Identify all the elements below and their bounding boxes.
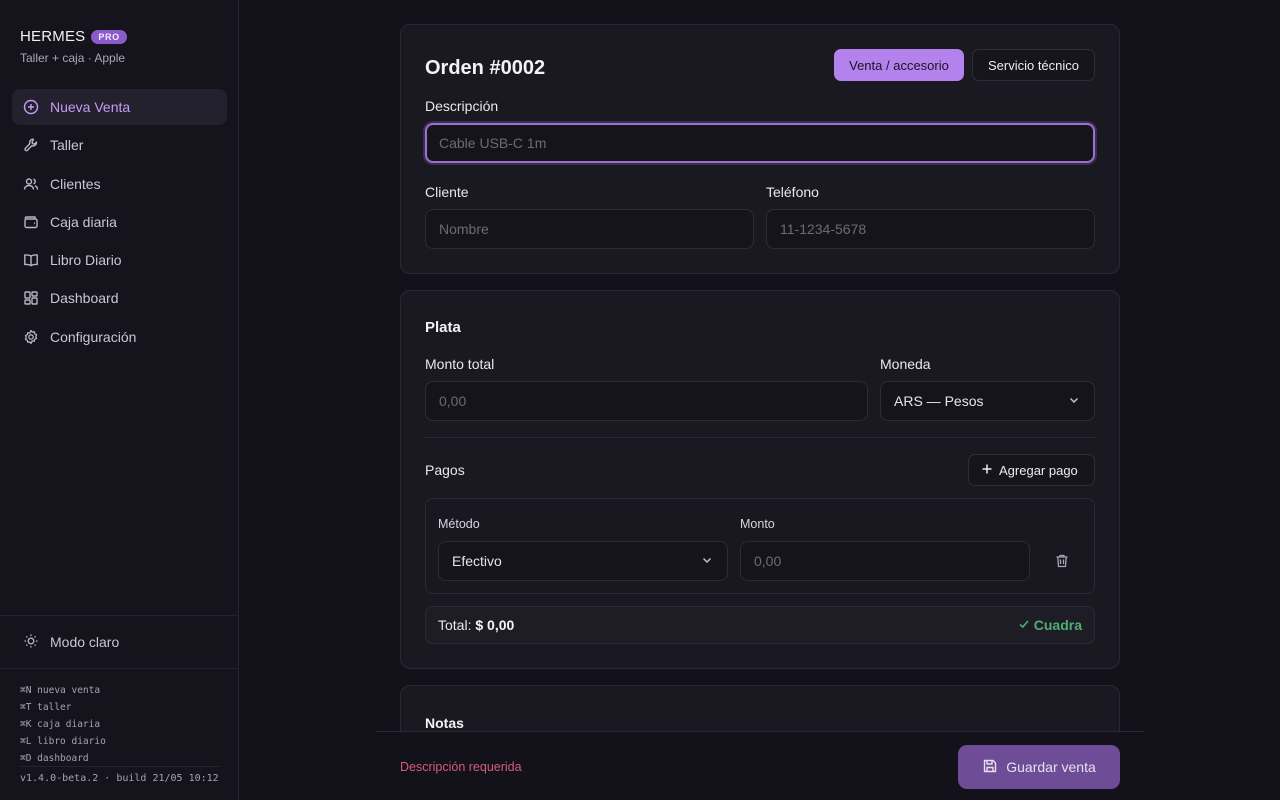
order-card: Orden #0002 Venta / accesorio Servicio t… bbox=[400, 24, 1120, 274]
save-sale-label: Guardar venta bbox=[1006, 759, 1096, 775]
shortcut-item: ⌘N nueva venta bbox=[20, 685, 101, 696]
version-label: v1.4.0-beta.2 · build 21/05 10:12 bbox=[20, 773, 219, 784]
sidebar-item-label: Clientes bbox=[50, 175, 101, 192]
total-value: $ 0,00 bbox=[475, 617, 515, 633]
sidebar-item-label: Caja diaria bbox=[50, 213, 117, 230]
method-select[interactable]: Efectivo bbox=[438, 541, 728, 581]
money-title: Plata bbox=[425, 319, 461, 336]
total-summary: Total: $ 0,00 bbox=[438, 617, 514, 633]
sidebar-divider bbox=[0, 668, 239, 669]
shortcut-item: ⌘T taller bbox=[20, 702, 72, 713]
order-title: Orden #0002 bbox=[425, 57, 546, 79]
add-payment-label: Agregar pago bbox=[999, 462, 1078, 478]
description-input[interactable]: Cable USB-C 1m bbox=[425, 123, 1095, 163]
money-card: Plata Monto total 0,00 Moneda ARS — Peso… bbox=[400, 290, 1120, 669]
sidebar-item-dashboard[interactable]: Dashboard bbox=[12, 280, 227, 316]
shortcut-list: ⌘N nueva venta ⌘T taller ⌘K caja diaria … bbox=[20, 682, 106, 767]
brand-title: HERMES bbox=[20, 28, 86, 45]
sidebar-item-clientes[interactable]: Clientes bbox=[12, 166, 227, 202]
brand: HERMES PRO Taller + caja · Apple bbox=[20, 28, 127, 65]
shortcut-item: ⌘D dashboard bbox=[20, 753, 89, 764]
total-amount-label: Monto total bbox=[425, 356, 495, 372]
book-icon bbox=[23, 252, 39, 268]
sun-icon bbox=[23, 633, 39, 652]
dashboard-icon bbox=[23, 290, 39, 306]
sidebar-item-label: Configuración bbox=[50, 328, 137, 345]
pro-badge: PRO bbox=[91, 29, 127, 44]
phone-input[interactable]: 11-1234-5678 bbox=[766, 209, 1095, 249]
currency-label: Moneda bbox=[880, 356, 931, 372]
sidebar-item-label: Taller bbox=[50, 137, 84, 154]
sidebar-item-label: Nueva Venta bbox=[50, 99, 131, 115]
total-text: Total: bbox=[438, 617, 472, 633]
wrench-icon bbox=[23, 137, 39, 153]
client-label: Cliente bbox=[425, 184, 469, 200]
validation-error: Descripción requerida bbox=[400, 760, 522, 774]
theme-toggle-button[interactable]: Modo claro bbox=[12, 624, 227, 660]
users-icon bbox=[23, 176, 39, 192]
section-divider bbox=[425, 437, 1095, 438]
total-amount-input[interactable]: 0,00 bbox=[425, 381, 868, 421]
plus-circle-icon bbox=[23, 99, 39, 115]
sidebar-nav: Nueva Venta Taller Clientes Caja diaria … bbox=[12, 89, 227, 357]
form-footer: Descripción requerida Guardar venta bbox=[376, 731, 1144, 800]
payment-row: Método Efectivo Monto 0,00 bbox=[425, 498, 1095, 594]
wallet-icon bbox=[23, 214, 39, 230]
mode-sale-button[interactable]: Venta / accesorio bbox=[834, 49, 964, 81]
shortcut-item: ⌘K caja diaria bbox=[20, 719, 101, 730]
currency-select[interactable]: ARS — Pesos bbox=[880, 381, 1095, 421]
shortcut-item: ⌘L libro diario bbox=[20, 736, 106, 747]
payment-amount-input[interactable]: 0,00 bbox=[740, 541, 1030, 581]
save-icon bbox=[982, 758, 998, 777]
mode-service-button[interactable]: Servicio técnico bbox=[972, 49, 1095, 81]
sidebar-item-label: Dashboard bbox=[50, 290, 119, 307]
shortcut-divider bbox=[20, 766, 220, 767]
sidebar-item-configuracion[interactable]: Configuración bbox=[12, 319, 227, 355]
save-sale-button[interactable]: Guardar venta bbox=[958, 745, 1120, 789]
sidebar-item-libro-diario[interactable]: Libro Diario bbox=[12, 242, 227, 278]
sidebar-item-nueva-venta[interactable]: Nueva Venta bbox=[12, 89, 227, 125]
method-value: Efectivo bbox=[452, 553, 502, 569]
currency-value: ARS — Pesos bbox=[894, 393, 984, 409]
gear-icon bbox=[23, 329, 39, 345]
balance-status: Cuadra bbox=[1018, 617, 1082, 633]
amount-label: Monto bbox=[740, 517, 775, 531]
sidebar-item-caja-diaria[interactable]: Caja diaria bbox=[12, 204, 227, 240]
chevron-down-icon bbox=[1067, 393, 1081, 410]
method-label: Método bbox=[438, 517, 480, 531]
sidebar-divider bbox=[0, 615, 239, 616]
plus-icon bbox=[981, 463, 993, 478]
sidebar-item-label: Libro Diario bbox=[50, 252, 122, 269]
brand-subtitle: Taller + caja · Apple bbox=[20, 51, 126, 65]
payments-label: Pagos bbox=[425, 462, 465, 478]
balance-status-label: Cuadra bbox=[1033, 617, 1082, 633]
sidebar-item-taller[interactable]: Taller bbox=[12, 127, 227, 163]
check-icon bbox=[1018, 617, 1030, 633]
trash-icon[interactable] bbox=[1054, 553, 1070, 569]
client-input[interactable]: Nombre bbox=[425, 209, 754, 249]
chevron-down-icon bbox=[700, 553, 714, 570]
sidebar: HERMES PRO Taller + caja · Apple Nueva V… bbox=[0, 0, 239, 800]
notes-title: Notas bbox=[425, 715, 464, 731]
add-payment-button[interactable]: Agregar pago bbox=[968, 454, 1095, 486]
total-bar: Total: $ 0,00 Cuadra bbox=[425, 606, 1095, 644]
description-label: Descripción bbox=[425, 98, 499, 114]
theme-toggle-label: Modo claro bbox=[50, 634, 120, 650]
phone-label: Teléfono bbox=[766, 184, 819, 200]
